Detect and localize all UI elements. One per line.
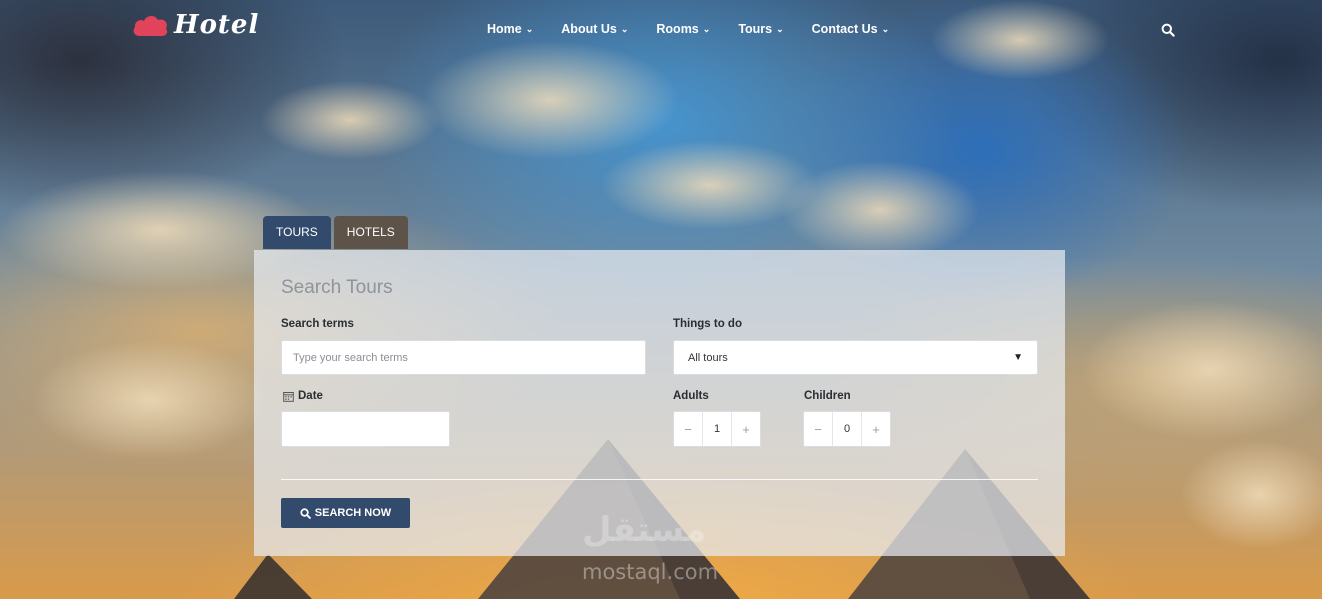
things-to-do-label: Things to do bbox=[673, 318, 742, 330]
adults-label: Adults bbox=[673, 390, 709, 402]
brand-logo[interactable]: Hotel bbox=[132, 10, 259, 40]
nav-item-about-us[interactable]: About Us ⌄ bbox=[561, 22, 628, 36]
chevron-down-icon: ⌄ bbox=[702, 23, 711, 34]
date-label-text: Date bbox=[298, 390, 323, 402]
nav-item-label: Contact Us bbox=[811, 22, 878, 36]
watermark-site: mostaql.com bbox=[582, 560, 719, 584]
search-terms-input[interactable] bbox=[281, 340, 646, 375]
cloud-logo-icon bbox=[133, 15, 168, 36]
children-stepper: − 0 + bbox=[803, 411, 891, 447]
adults-stepper: − 1 + bbox=[673, 411, 761, 447]
caret-down-icon: ▼ bbox=[1013, 352, 1023, 363]
nav-item-rooms[interactable]: Rooms ⌄ bbox=[656, 22, 710, 36]
chevron-down-icon: ⌄ bbox=[776, 23, 784, 34]
nav-item-label: About Us bbox=[561, 22, 617, 36]
date-input[interactable] bbox=[281, 411, 450, 447]
search-tabs: TOURS HOTELS bbox=[263, 216, 408, 249]
tab-hotels[interactable]: HOTELS bbox=[333, 216, 408, 249]
calendar-icon bbox=[283, 391, 294, 402]
chevron-down-icon: ⌄ bbox=[620, 23, 629, 34]
divider bbox=[281, 479, 1038, 480]
cloud bbox=[780, 160, 980, 260]
date-label: Date bbox=[283, 390, 323, 402]
tab-tours[interactable]: TOURS bbox=[263, 216, 331, 249]
cloud bbox=[930, 0, 1110, 80]
children-label: Children bbox=[804, 390, 851, 402]
adults-value[interactable]: 1 bbox=[702, 412, 732, 446]
nav-item-home[interactable]: Home ⌄ bbox=[487, 22, 533, 36]
watermark-arabic: مستقل bbox=[582, 510, 707, 550]
nav-item-contact-us[interactable]: Contact Us ⌄ bbox=[812, 22, 890, 36]
nav-item-label: Home bbox=[487, 22, 522, 36]
search-now-label: SEARCH NOW bbox=[314, 507, 392, 519]
nav-item-tours[interactable]: Tours ⌄ bbox=[738, 22, 783, 36]
nav-item-label: Rooms bbox=[656, 22, 699, 36]
cloud bbox=[420, 40, 680, 160]
chevron-down-icon: ⌄ bbox=[525, 23, 534, 34]
children-increment-button[interactable]: + bbox=[862, 412, 890, 446]
children-decrement-button[interactable]: − bbox=[804, 412, 832, 446]
search-terms-label: Search terms bbox=[281, 318, 354, 330]
things-to-do-select[interactable]: All tours ▼ bbox=[673, 340, 1038, 375]
adults-increment-button[interactable]: + bbox=[732, 412, 760, 446]
search-icon bbox=[300, 507, 311, 519]
adults-decrement-button[interactable]: − bbox=[674, 412, 702, 446]
search-now-button[interactable]: SEARCH NOW bbox=[281, 498, 410, 528]
children-value[interactable]: 0 bbox=[832, 412, 862, 446]
panel-title: Search Tours bbox=[281, 277, 393, 298]
chevron-down-icon: ⌄ bbox=[881, 23, 890, 34]
things-to-do-value: All tours bbox=[688, 351, 728, 364]
nav-item-label: Tours bbox=[738, 22, 773, 36]
search-icon[interactable] bbox=[1161, 23, 1175, 37]
cloud bbox=[260, 80, 440, 160]
main-nav: Home ⌄ About Us ⌄ Rooms ⌄ Tours ⌄ Contac… bbox=[487, 22, 917, 36]
brand-name: Hotel bbox=[174, 10, 260, 40]
